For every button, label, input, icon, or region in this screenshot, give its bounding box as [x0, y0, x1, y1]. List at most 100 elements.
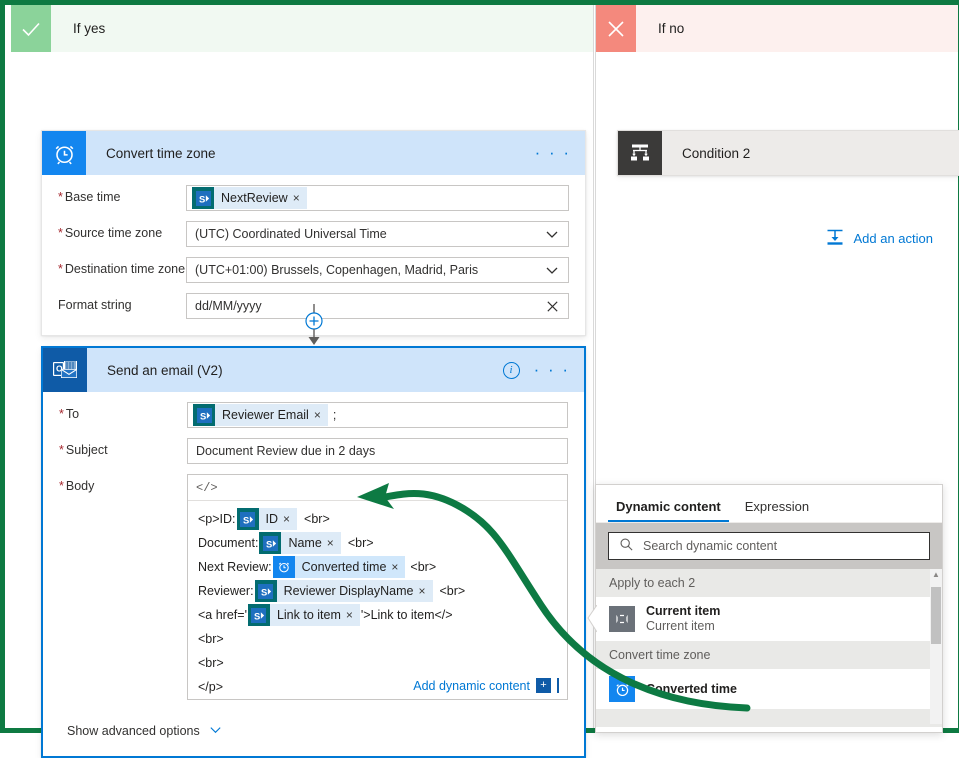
token-label: Reviewer Email: [222, 408, 309, 422]
item-title: Converted time: [646, 681, 737, 696]
token-link-to-item[interactable]: S Link to item ×: [247, 603, 360, 627]
item-title: Current item: [646, 604, 721, 618]
flow-designer-canvas: If yes Convert time zone · · · * Base ti…: [0, 0, 959, 758]
field-control-to[interactable]: S Reviewer Email × ;: [187, 402, 568, 428]
add-an-action-button[interactable]: Add an action: [825, 227, 933, 250]
field-control-format-string[interactable]: dd/MM/yyyy: [186, 293, 569, 319]
dynamic-content-scrollbar[interactable]: ▲: [930, 569, 942, 724]
plus-icon: +: [536, 678, 551, 693]
condition-branch-icon: [618, 131, 662, 175]
body-text: Next Review:: [198, 560, 272, 574]
field-row-base-time: * Base time S NextReview ×: [58, 185, 569, 211]
item-subtitle: Current item: [646, 619, 715, 633]
field-control-destination-time-zone[interactable]: (UTC+01:00) Brussels, Copenhagen, Madrid…: [186, 257, 569, 283]
token-remove-icon[interactable]: ×: [283, 507, 297, 531]
chevron-down-icon[interactable]: [544, 226, 560, 242]
subject-value: Document Review due in 2 days: [196, 444, 376, 458]
chevron-down-icon[interactable]: [544, 262, 560, 278]
format-string-input[interactable]: dd/MM/yyyy: [186, 293, 569, 319]
more-options-icon[interactable]: · · ·: [534, 361, 570, 378]
field-control-base-time[interactable]: S NextReview ×: [186, 185, 569, 211]
branch-header-if-no: If no: [596, 5, 958, 52]
body-rich-editor[interactable]: </> <p>ID: S ID × <br> Document: S Name …: [187, 474, 568, 700]
scroll-up-icon[interactable]: ▲: [930, 571, 942, 579]
tab-expression[interactable]: Expression: [733, 499, 821, 522]
card-header-send-an-email[interactable]: O Send an email (V2) i · · ·: [43, 348, 584, 392]
dynamic-content-item-current-item[interactable]: Current item Current item: [596, 597, 942, 641]
sharepoint-icon: S: [254, 580, 277, 602]
body-line: Document: S Name × <br>: [198, 531, 557, 555]
dynamic-content-tabs: Dynamic content Expression: [596, 485, 942, 523]
branch-label-if-no: If no: [658, 21, 685, 36]
to-trailing-text: ;: [332, 408, 337, 422]
check-icon: [11, 5, 51, 52]
flow-connector: [294, 304, 334, 348]
sharepoint-icon: S: [247, 604, 270, 626]
more-options-icon[interactable]: · · ·: [535, 144, 571, 161]
body-text: <br>: [198, 656, 224, 670]
tab-dynamic-content[interactable]: Dynamic content: [604, 499, 733, 522]
body-text: <a href=': [198, 608, 247, 622]
body-line: <p>ID: S ID × <br>: [198, 507, 557, 531]
token-next-review[interactable]: S NextReview ×: [192, 187, 307, 209]
base-time-input[interactable]: S NextReview ×: [186, 185, 569, 211]
action-card-condition-2[interactable]: Condition 2: [617, 130, 959, 176]
outlook-icon: O: [43, 348, 87, 392]
token-remove-icon[interactable]: ×: [418, 579, 432, 603]
action-card-send-an-email[interactable]: O Send an email (V2) i · · · * To S Revi…: [41, 346, 586, 758]
info-icon[interactable]: i: [502, 361, 520, 379]
card-body-send-an-email: * To S Reviewer Email × ; * Subject Docu…: [43, 392, 584, 756]
body-text: Document:: [198, 536, 259, 550]
sharepoint-icon: S: [259, 532, 282, 554]
to-input[interactable]: S Reviewer Email × ;: [187, 402, 568, 428]
current-item-icon: [609, 606, 635, 632]
token-remove-icon[interactable]: ×: [293, 191, 307, 205]
source-time-zone-dropdown[interactable]: (UTC) Coordinated Universal Time: [186, 221, 569, 247]
code-view-icon[interactable]: </>: [196, 481, 218, 495]
token-label: Name: [288, 536, 322, 550]
add-an-action-label: Add an action: [853, 231, 933, 246]
close-icon: [596, 5, 636, 52]
token-name[interactable]: S Name ×: [259, 531, 341, 555]
dynamic-content-item-converted-time[interactable]: Converted time: [596, 669, 942, 709]
token-remove-icon[interactable]: ×: [391, 555, 405, 579]
token-remove-icon[interactable]: ×: [327, 531, 341, 555]
body-content[interactable]: <p>ID: S ID × <br> Document: S Name × <b…: [188, 501, 567, 699]
show-advanced-options-label: Show advanced options: [67, 724, 200, 738]
show-advanced-options-button[interactable]: Show advanced options: [59, 710, 568, 746]
field-control-source-time-zone[interactable]: (UTC) Coordinated Universal Time: [186, 221, 569, 247]
field-control-subject[interactable]: Document Review due in 2 days: [187, 438, 568, 464]
field-row-destination-time-zone: * Destination time zone (UTC+01:00) Bruss…: [58, 257, 569, 283]
token-remove-icon[interactable]: ×: [346, 603, 360, 627]
token-reviewer-displayname[interactable]: S Reviewer DisplayName ×: [254, 579, 433, 603]
required-asterisk: *: [59, 479, 64, 493]
subject-input[interactable]: Document Review due in 2 days: [187, 438, 568, 464]
svg-text:S: S: [266, 539, 272, 549]
body-text: <br>: [347, 536, 374, 550]
card-header-condition-2[interactable]: Condition 2: [618, 131, 959, 175]
dynamic-content-group-header: Apply to each 2: [596, 569, 942, 597]
field-row-source-time-zone: * Source time zone (UTC) Coordinated Univ…: [58, 221, 569, 247]
branch-label-if-yes: If yes: [73, 21, 106, 36]
token-converted-time[interactable]: Converted time ×: [272, 555, 406, 579]
required-asterisk: *: [59, 443, 64, 457]
token-id[interactable]: S ID ×: [236, 507, 298, 531]
sharepoint-icon: S: [192, 187, 214, 209]
dynamic-content-panel[interactable]: Dynamic content Expression Search dynami…: [595, 484, 943, 733]
dynamic-content-group-header: Convert time zone: [596, 641, 942, 669]
body-line: <a href=' S Link to item × '>Link to ite…: [198, 603, 557, 627]
scrollbar-thumb[interactable]: [931, 587, 941, 644]
add-dynamic-content-label: Add dynamic content: [413, 678, 530, 693]
svg-text:S: S: [254, 611, 260, 621]
add-dynamic-content-button[interactable]: Add dynamic content +: [413, 678, 559, 693]
destination-time-zone-dropdown[interactable]: (UTC+01:00) Brussels, Copenhagen, Madrid…: [186, 257, 569, 283]
search-dynamic-content-input[interactable]: Search dynamic content: [608, 532, 930, 560]
field-control-body[interactable]: </> <p>ID: S ID × <br> Document: S Name …: [187, 474, 568, 700]
token-reviewer-email[interactable]: S Reviewer Email ×: [193, 404, 328, 426]
dynamic-content-list[interactable]: Apply to each 2 Current item Current ite…: [596, 569, 942, 727]
card-header-convert-time-zone[interactable]: Convert time zone · · ·: [42, 131, 585, 175]
token-remove-icon[interactable]: ×: [314, 408, 328, 422]
sharepoint-icon: S: [193, 404, 215, 426]
svg-text:S: S: [243, 515, 249, 525]
close-icon[interactable]: [545, 299, 560, 314]
